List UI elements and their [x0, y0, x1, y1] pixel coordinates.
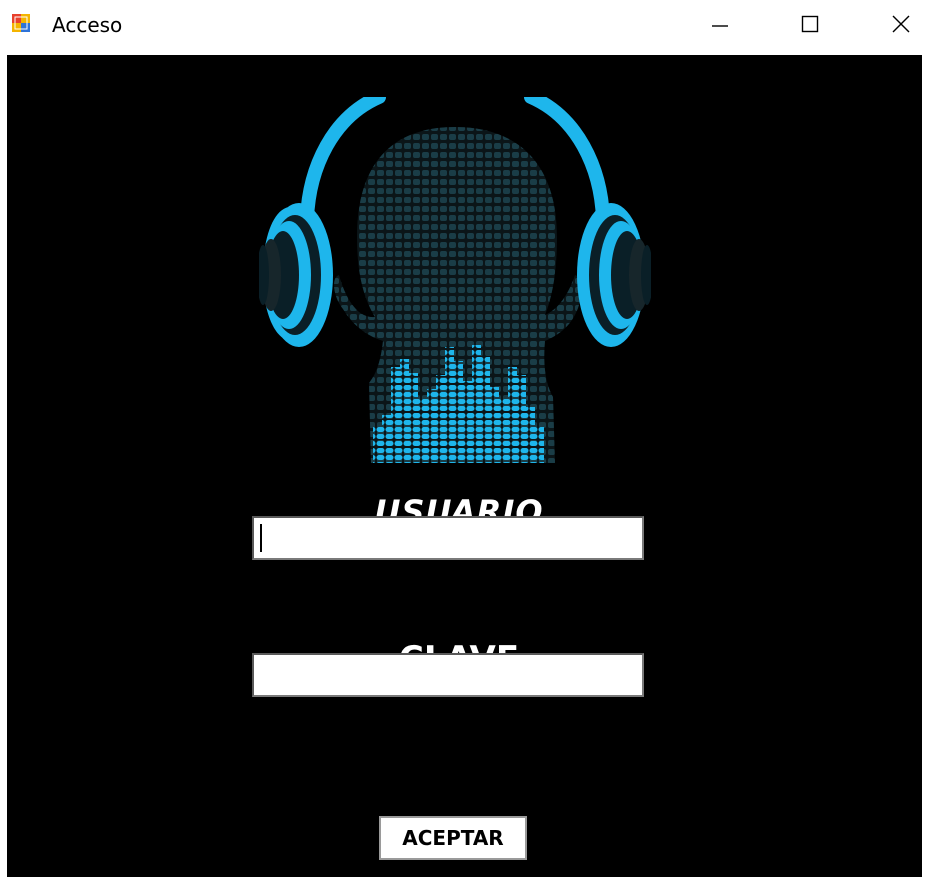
form-client-area: USUARIO CLAVE ACEPTAR [7, 55, 922, 877]
username-input[interactable] [252, 516, 644, 560]
text-caret [260, 524, 262, 552]
minimize-button[interactable] [690, 0, 750, 48]
close-button[interactable] [872, 0, 929, 48]
minimize-icon [712, 25, 728, 27]
maximize-icon [801, 15, 819, 33]
maximize-button[interactable] [780, 0, 840, 48]
login-window: Acceso USUARIO ACEPTAR [0, 0, 929, 877]
title-bar[interactable]: Acceso [0, 0, 929, 50]
windows-form-icon [12, 14, 30, 32]
headphones-head-equalizer-logo [259, 97, 651, 463]
accept-button[interactable]: ACEPTAR [379, 816, 527, 860]
window-title: Acceso [52, 13, 123, 37]
password-input[interactable] [252, 653, 644, 697]
close-icon [892, 15, 909, 33]
